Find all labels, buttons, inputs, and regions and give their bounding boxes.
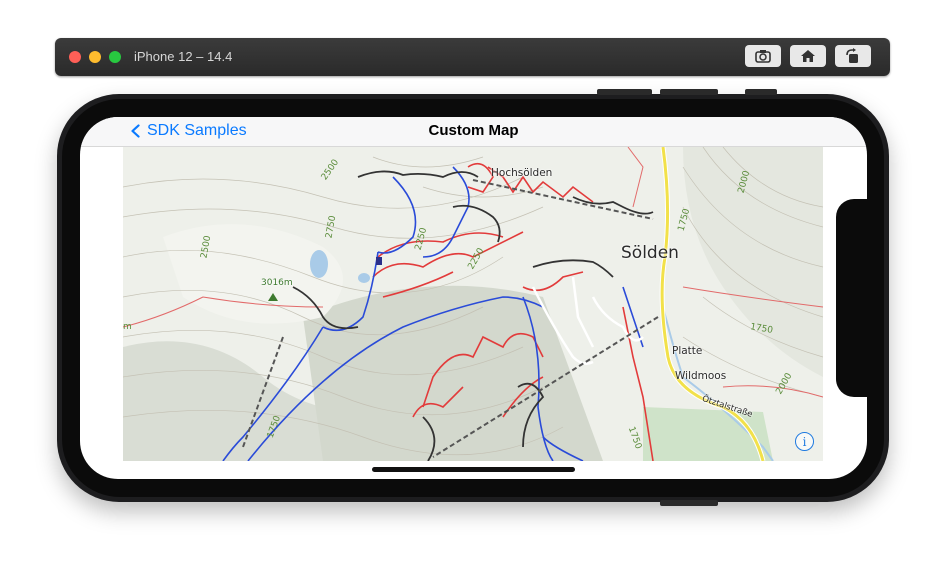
lift-station-marker [376,257,382,265]
rotate-button[interactable] [835,45,871,67]
place-label-wildmoos: Wildmoos [675,370,727,382]
place-label-platte: Platte [672,345,703,357]
device-notch [836,199,868,397]
rotate-icon [846,48,858,63]
peak-elevation-label: 3016m [261,278,293,288]
simulator-title: iPhone 12 – 14.4 [134,49,233,64]
side-button [660,500,718,506]
place-label-hochsoelden: Hochsölden [491,167,553,179]
simulator-title-bar: iPhone 12 – 14.4 [55,38,890,76]
home-icon [801,50,815,62]
info-icon: i [802,435,807,449]
map-info-button[interactable]: i [795,432,814,451]
zoom-window-button[interactable] [109,51,121,63]
screenshot-icon [755,50,771,63]
contour-label: m [123,322,132,332]
navigation-bar: SDK Samples Custom Map [80,117,867,147]
custom-map-view[interactable]: Hochsölden Sölden Platte Wildmoos Ötztal… [123,147,823,461]
minimize-window-button[interactable] [89,51,101,63]
page-title: Custom Map [428,122,519,139]
home-indicator[interactable] [372,467,575,472]
place-label-soelden: Sölden [621,243,679,263]
screenshot-button[interactable] [745,45,781,67]
home-button[interactable] [790,45,826,67]
map-tiles [123,147,823,461]
volume-down-button [660,89,718,95]
volume-up-button [597,89,652,95]
close-window-button[interactable] [69,51,81,63]
silent-switch [745,89,777,95]
device-screen: SDK Samples Custom Map Hochsölden Sölden… [80,117,867,479]
